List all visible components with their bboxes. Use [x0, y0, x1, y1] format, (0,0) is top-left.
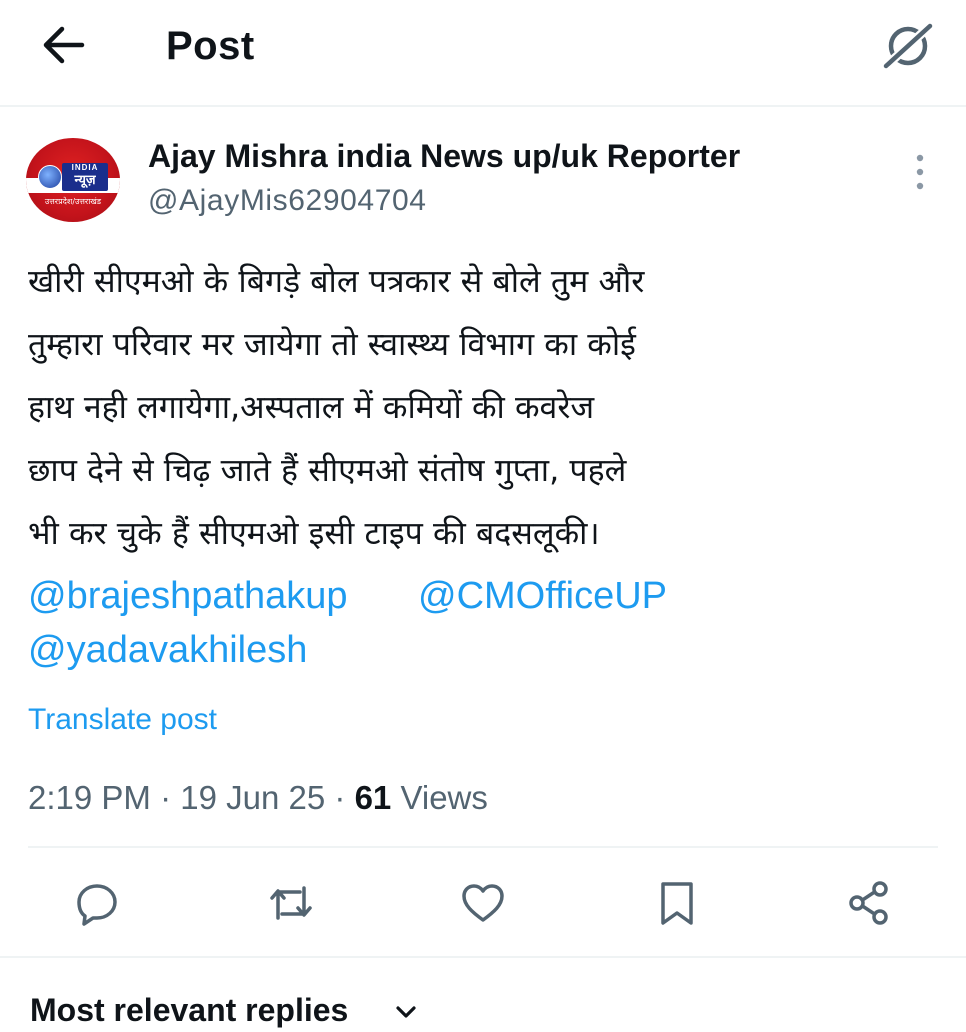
reply-button[interactable] [72, 878, 122, 928]
bookmark-icon [661, 882, 693, 925]
post-text-line: छाप देने से चिढ़ जाते हैं सीएमओ संतोष गु… [28, 451, 627, 489]
post-date: 19 Jun 25 [180, 779, 326, 816]
meta-divider [28, 846, 938, 848]
replies-sort-dropdown[interactable] [392, 1000, 420, 1024]
avatar-brand-top: INDIA [71, 163, 99, 172]
repost-button[interactable] [266, 878, 316, 928]
share-button[interactable] [844, 878, 894, 928]
post-text-line: तुम्हारा परिवार मर जायेगा तो स्वास्थ्य व… [28, 325, 636, 363]
repost-icon [270, 886, 312, 920]
post-text-line: खीरी सीएमओ के बिगड़े बोल पत्रकार से बोले… [28, 262, 645, 300]
avatar[interactable]: INDIA न्यूज़ उत्तरप्रदेश/उत्तराखंड [26, 138, 120, 222]
translate-post-link[interactable]: Translate post [28, 700, 217, 740]
grok-button[interactable] [878, 18, 938, 74]
mention-link[interactable]: @yadavakhilesh [28, 624, 307, 676]
chevron-down-icon [396, 1006, 416, 1018]
views-label[interactable]: Views [400, 779, 487, 816]
avatar-brand: INDIA न्यूज़ [62, 163, 108, 191]
post-metadata: 2:19 PM · 19 Jun 25 · 61 Views [28, 776, 488, 820]
grok-icon [879, 19, 937, 73]
avatar-brand-sub: उत्तरप्रदेश/उत्तराखंड [44, 197, 102, 206]
actions-divider [0, 956, 966, 958]
like-button[interactable] [458, 878, 508, 928]
arrow-left-icon [43, 26, 85, 64]
bookmark-button[interactable] [652, 878, 702, 928]
more-options-button[interactable] [908, 150, 932, 194]
reply-icon [77, 884, 117, 926]
author-handle[interactable]: @AjayMis62904704 [148, 180, 427, 222]
views-count[interactable]: 61 [355, 779, 392, 816]
globe-icon [38, 165, 62, 189]
mention-link[interactable]: @brajeshpathakup [28, 570, 348, 622]
post-text-line: भी कर चुके हैं सीएमओ इसी टाइप की बदसलूकी… [28, 514, 600, 552]
post-text: खीरी सीएमओ के बिगड़े बोल पत्रकार से बोले… [28, 250, 928, 565]
post-time: 2:19 PM [28, 779, 151, 816]
author-name[interactable]: Ajay Mishra india News up/uk Reporter [148, 134, 740, 178]
post-text-line: हाथ नही लगायेगा,अस्पताल में कमियों की कव… [28, 388, 595, 426]
header-divider [0, 105, 966, 107]
page-title: Post [166, 24, 255, 68]
mention-link[interactable]: @CMOfficeUP [418, 570, 667, 622]
share-icon [849, 881, 888, 925]
replies-sort-label[interactable]: Most relevant replies [30, 988, 348, 1032]
meta-separator: · [334, 779, 346, 816]
avatar-brand-main: न्यूज़ [74, 173, 96, 188]
back-button[interactable] [38, 22, 88, 68]
more-vertical-icon [916, 154, 924, 190]
like-icon [462, 884, 504, 922]
meta-separator: · [160, 779, 172, 816]
